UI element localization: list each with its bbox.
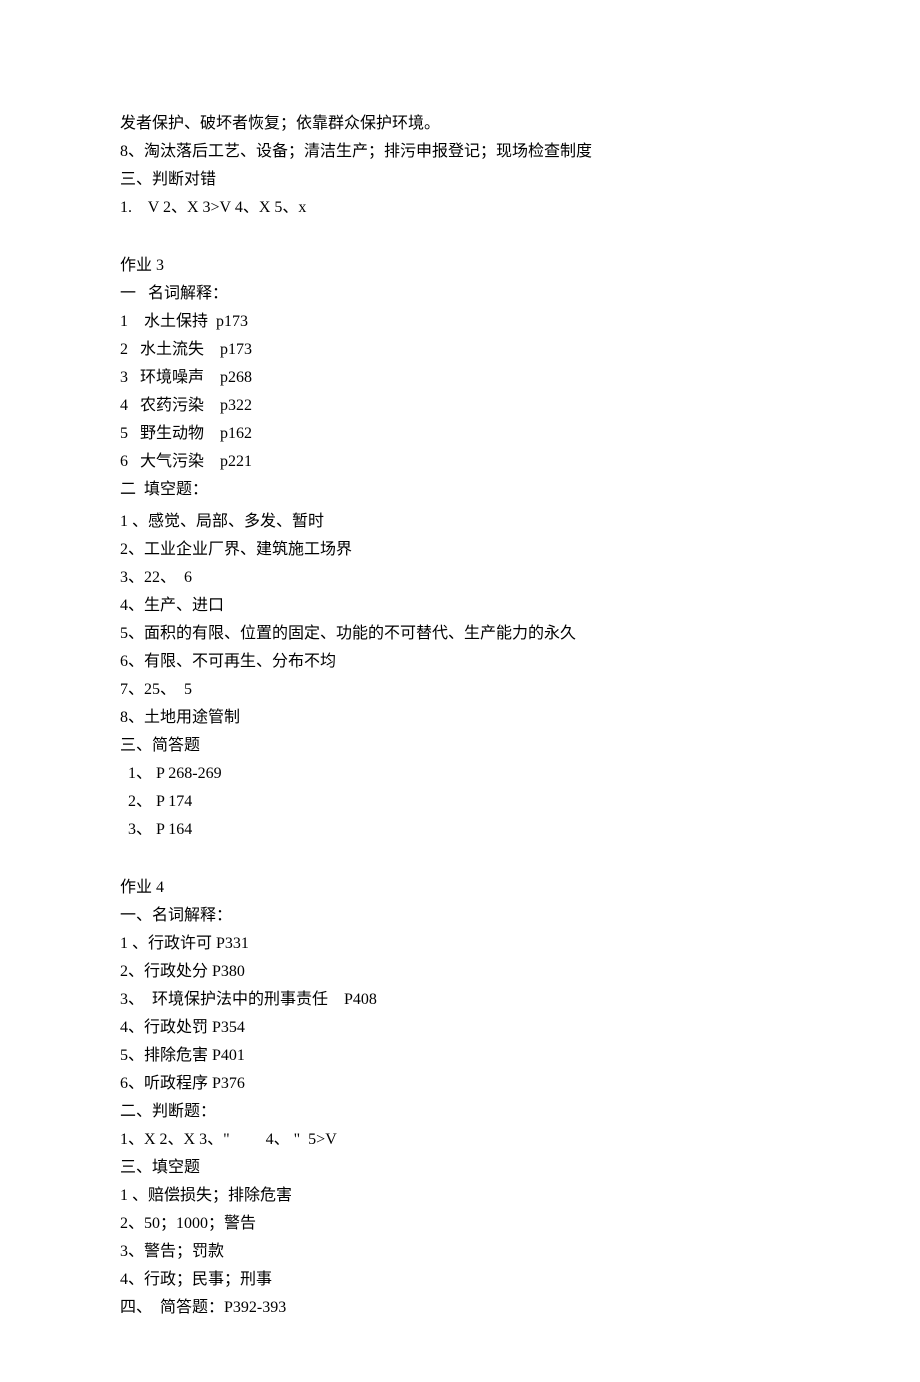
text-line: 3、 环境保护法中的刑事责任 P408 — [120, 986, 800, 1014]
text-line: 2、行政处分 P380 — [120, 958, 800, 986]
text-line: 1、X 2、X 3、" 4、 " 5>V — [120, 1126, 800, 1154]
text-line: 1 、感觉、局部、多发、暂时 — [120, 508, 800, 536]
text-line: 3、警告；罚款 — [120, 1238, 800, 1266]
text-line: 2、 P 174 — [120, 788, 800, 816]
text-line: 2、50；1000；警告 — [120, 1210, 800, 1238]
section-heading: 三、判断对错 — [120, 166, 800, 194]
text-line: 5、排除危害 P401 — [120, 1042, 800, 1070]
text-line: 8、淘汰落后工艺、设备；清洁生产；排污申报登记；现场检查制度 — [120, 138, 800, 166]
text-line: 1 水土保持 p173 — [120, 308, 800, 336]
text-line: 8、土地用途管制 — [120, 704, 800, 732]
section-heading: 一、名词解释： — [120, 902, 800, 930]
text-line: 2、工业企业厂界、建筑施工场界 — [120, 536, 800, 564]
section-heading: 二、判断题： — [120, 1098, 800, 1126]
document-page: 发者保护、破坏者恢复；依靠群众保护环境。 8、淘汰落后工艺、设备；清洁生产；排污… — [0, 0, 920, 1382]
text-line: 4、行政；民事；刑事 — [120, 1266, 800, 1294]
text-line: 7、25、 5 — [120, 676, 800, 704]
text-line: 6 大气污染 p221 — [120, 448, 800, 476]
text-line: 5、面积的有限、位置的固定、功能的不可替代、生产能力的永久 — [120, 620, 800, 648]
text-line: 1、 P 268-269 — [120, 760, 800, 788]
text-line: 发者保护、破坏者恢复；依靠群众保护环境。 — [120, 110, 800, 138]
section-heading: 一 名词解释： — [120, 280, 800, 308]
text-line: 3 环境噪声 p268 — [120, 364, 800, 392]
section-heading: 三、简答题 — [120, 732, 800, 760]
text-line: 5 野生动物 p162 — [120, 420, 800, 448]
text-line: 1 、行政许可 P331 — [120, 930, 800, 958]
section-heading: 二 填空题： — [120, 476, 800, 504]
text-line: 4 农药污染 p322 — [120, 392, 800, 420]
text-line: 4、生产、进口 — [120, 592, 800, 620]
text-line: 3、22、 6 — [120, 564, 800, 592]
section-heading: 三、填空题 — [120, 1154, 800, 1182]
text-line: 6、听政程序 P376 — [120, 1070, 800, 1098]
section-heading: 四、 简答题：P392-393 — [120, 1294, 800, 1322]
text-line: 1. V 2、X 3>V 4、X 5、x — [120, 194, 800, 222]
text-line: 4、行政处罚 P354 — [120, 1014, 800, 1042]
text-line: 6、有限、不可再生、分布不均 — [120, 648, 800, 676]
text-line: 2 水土流失 p173 — [120, 336, 800, 364]
text-line: 3、 P 164 — [120, 816, 800, 844]
assignment-title: 作业 4 — [120, 874, 800, 902]
assignment-title: 作业 3 — [120, 252, 800, 280]
text-line: 1 、赔偿损失；排除危害 — [120, 1182, 800, 1210]
